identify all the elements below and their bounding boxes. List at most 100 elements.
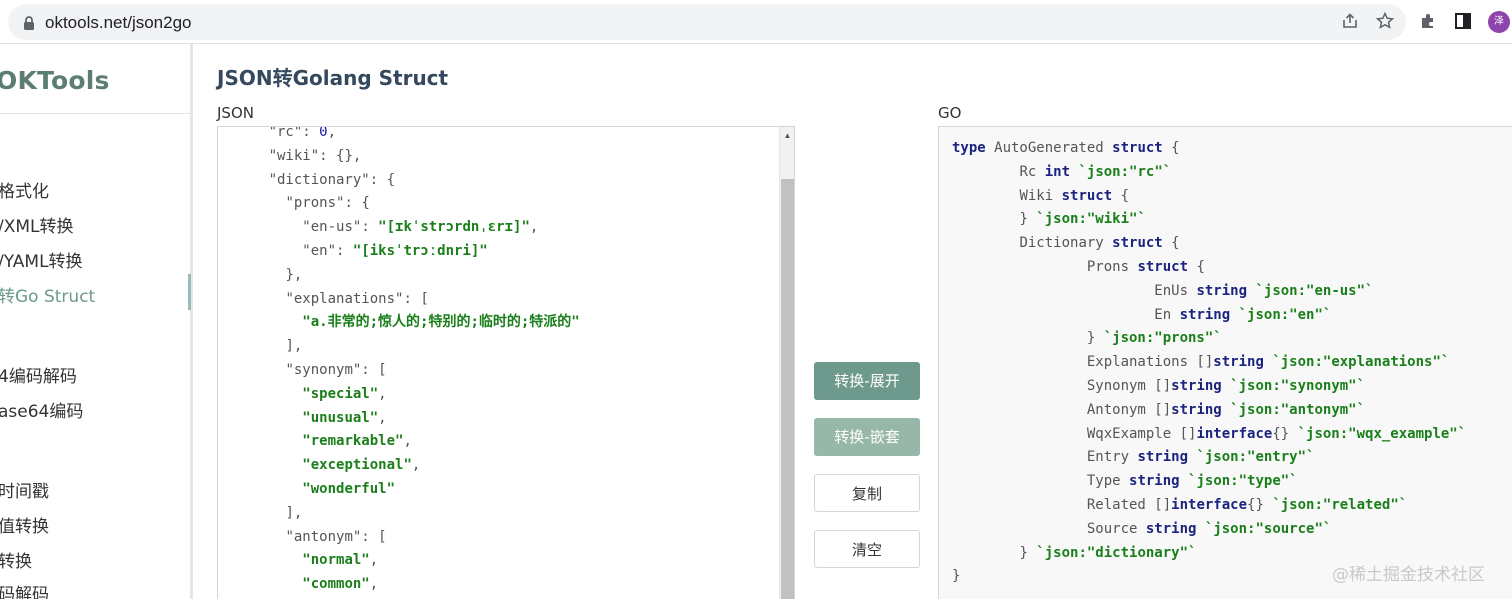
- json-value: {: [361, 195, 370, 212]
- go-keyword: string: [1129, 473, 1180, 490]
- sidebar-item[interactable]: 4编码解码: [0, 362, 77, 387]
- go-code-line: Dictionary struct {: [952, 232, 1466, 256]
- go-output-panel[interactable]: type AutoGenerated struct { Rc int `json…: [938, 126, 1512, 599]
- go-keyword: struct: [1061, 187, 1113, 204]
- json-label: JSON: [217, 104, 254, 122]
- go-code-line: Rc int `json:"rc"`: [952, 161, 1466, 185]
- go-text: Source: [1086, 520, 1146, 537]
- scroll-thumb[interactable]: [781, 179, 794, 599]
- json-input-editor[interactable]: "rc": 0, "wiki": {}, "dictionary": { "pr…: [217, 126, 795, 599]
- go-text: Type: [1086, 473, 1130, 490]
- json-value: [: [420, 290, 429, 307]
- json-value: "normal": [302, 552, 370, 569]
- json-key: "en": [302, 242, 337, 259]
- json-code-line: },: [218, 264, 778, 288]
- page-title: JSON转Golang Struct: [217, 66, 449, 90]
- site-logo[interactable]: OKTools: [0, 66, 110, 95]
- go-label: GO: [938, 104, 962, 122]
- go-struct-tag: `json:"prons"`: [1103, 330, 1222, 347]
- json-code-line: "rc": 0,: [268, 126, 337, 140]
- share-icon[interactable]: [1340, 11, 1360, 31]
- json-code-line: "wiki": {},: [268, 147, 362, 164]
- go-struct-tag: `json:"dictionary"`: [1036, 544, 1197, 561]
- json-code-line: "explanations": [: [285, 290, 429, 307]
- json-key: "explanations": [285, 290, 404, 307]
- go-text: Wiki: [1019, 187, 1062, 204]
- json-value: [: [378, 528, 387, 545]
- json-code[interactable]: "rc": 0, "wiki": {}, "dictionary": { "pr…: [218, 126, 778, 597]
- convert-expand-button[interactable]: 转换-展开: [814, 362, 920, 400]
- json-value: {}: [336, 147, 353, 164]
- go-text: [1230, 307, 1238, 323]
- json-value: },: [285, 266, 303, 283]
- sidebar-divider: [0, 113, 190, 114]
- sidebar-item[interactable]: 格式化: [0, 177, 49, 202]
- extensions-icon[interactable]: [1418, 11, 1438, 31]
- sidebar-item[interactable]: 转换: [0, 547, 32, 572]
- watermark: @稀土掘金技术社区: [1332, 565, 1485, 585]
- sidebar-item[interactable]: 时间戳: [0, 477, 49, 502]
- go-text: }: [1019, 544, 1037, 561]
- sidebar-item[interactable]: 码解码: [0, 580, 49, 599]
- sidebar-item[interactable]: ase64编码: [0, 397, 83, 422]
- json-code-line: "remarkable",: [302, 433, 412, 450]
- go-text: Antonym []: [1086, 401, 1172, 418]
- go-code-line: Type string `json:"type"`: [952, 470, 1466, 494]
- convert-nested-button[interactable]: 转换-嵌套: [814, 418, 920, 456]
- clear-button[interactable]: 清空: [814, 530, 920, 568]
- active-indicator: [188, 274, 191, 310]
- json-key: "dictionary": [268, 171, 370, 188]
- json-key: "en-us": [302, 219, 362, 236]
- browser-toolbar: oktools.net/json2go 泽: [0, 0, 1512, 44]
- scroll-up-arrow-icon[interactable]: ▲: [780, 129, 795, 143]
- url-text[interactable]: oktools.net/json2go: [45, 13, 192, 33]
- profile-avatar[interactable]: 泽: [1488, 11, 1510, 33]
- go-text: En: [1154, 306, 1180, 323]
- lock-icon[interactable]: [22, 15, 36, 31]
- go-code-line: } `json:"wiki"`: [952, 208, 1466, 232]
- json-code-line: ],: [218, 502, 778, 526]
- go-code-line: Entry string `json:"entry"`: [952, 446, 1466, 470]
- address-bar[interactable]: oktools.net/json2go: [8, 4, 1406, 40]
- go-text: [1196, 521, 1204, 537]
- go-text: {}: [1247, 496, 1273, 513]
- go-code: type AutoGenerated struct { Rc int `json…: [952, 137, 1466, 589]
- json-value: "[iksˈtrɔːdnri]": [352, 242, 488, 259]
- go-text: {: [1112, 187, 1130, 204]
- json-value: ],: [285, 504, 303, 521]
- go-struct-tag: `json:"en"`: [1238, 306, 1332, 323]
- json-code-line: "en-us": "[ɪkˈstrɔrdnˌɛrɪ]",: [302, 219, 539, 236]
- json-value: "wonderful": [302, 480, 396, 497]
- go-code-line: Related []interface{} `json:"related"`: [952, 494, 1466, 518]
- sidepanel-icon[interactable]: [1453, 11, 1473, 31]
- go-text: }: [952, 568, 961, 585]
- go-text: {: [1188, 258, 1205, 275]
- json-code-line: "prons": {: [285, 195, 370, 212]
- go-code-line: Wiki struct {: [952, 185, 1466, 209]
- go-text: [1222, 378, 1230, 394]
- go-text: Rc: [1019, 163, 1045, 180]
- json-code-line: "common",: [302, 576, 379, 593]
- copy-button[interactable]: 复制: [814, 474, 920, 512]
- star-icon[interactable]: [1375, 11, 1395, 31]
- go-struct-tag: `json:"related"`: [1272, 496, 1408, 513]
- sidebar-item[interactable]: /YAML转换: [0, 247, 83, 272]
- go-text: Entry: [1086, 449, 1138, 466]
- sidebar-item[interactable]: /XML转换: [0, 212, 74, 237]
- json-scrollbar[interactable]: ▲: [779, 127, 794, 599]
- go-struct-tag: `json:"en-us"`: [1255, 282, 1374, 299]
- go-text: {: [1162, 140, 1180, 156]
- go-struct-tag: `json:"entry"`: [1196, 449, 1315, 466]
- json-value: {: [386, 171, 396, 188]
- json-value: "common": [302, 576, 370, 593]
- sidebar-item[interactable]: 值转换: [0, 512, 49, 537]
- go-text: Related []: [1086, 496, 1172, 513]
- go-struct-tag: `json:"type"`: [1188, 473, 1298, 490]
- go-keyword: string: [1171, 401, 1222, 418]
- json-value: "a.非常的;惊人的;特别的;临时的;特派的": [302, 314, 580, 331]
- go-text: Prons: [1086, 258, 1138, 275]
- go-keyword: string: [1137, 449, 1189, 466]
- go-text: }: [1086, 330, 1104, 347]
- json-code-line: "special",: [302, 385, 387, 402]
- sidebar-item-active[interactable]: 转Go Struct: [0, 282, 95, 307]
